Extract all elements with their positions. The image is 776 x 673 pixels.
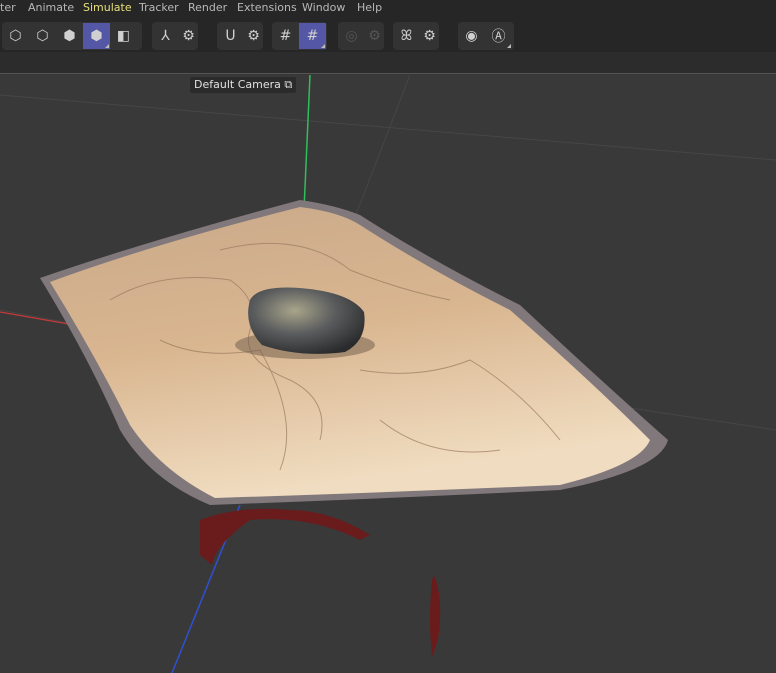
model-mode-icon[interactable]: ⬢ [83,23,110,49]
menu-item-extensions[interactable]: Extensions [237,1,297,14]
toolbar: ⬡ ⬡ ⬢ ⬢ ◧ ⅄ ⚙ U ⚙ # # ◎ ⚙ ꕤ ⚙ ◉ Ⓐ [0,17,776,52]
mirror-group: ꕤ ⚙ [393,22,439,50]
locked-workplane-icon[interactable]: # [299,23,326,49]
3d-viewport[interactable] [0,75,776,673]
view-icon[interactable]: ◉ [458,23,485,49]
symmetry-settings-icon[interactable]: ⚙ [365,23,384,49]
menu-bar: ter Animate Simulate Tracker Render Exte… [0,0,776,17]
snap-magnet-icon[interactable]: U [217,23,244,49]
axis-group: ⅄ ⚙ [152,22,198,50]
snap-settings-icon[interactable]: ⚙ [244,23,263,49]
menu-item-animate[interactable]: Animate [28,1,74,14]
points-mode-icon[interactable]: ⬡ [2,23,29,49]
menu-item-render[interactable]: Render [188,1,227,14]
mode-group: ⬡ ⬡ ⬢ ⬢ ◧ [2,22,142,50]
menu-item-help[interactable]: Help [357,1,382,14]
menu-item-window[interactable]: Window [302,1,345,14]
camera-label[interactable]: Default Camera ⧉ [190,77,297,93]
grid-workplane-icon[interactable]: # [272,23,299,49]
snap-group: U ⚙ [217,22,263,50]
red-ribbon-2 [430,575,441,657]
texture-mode-icon[interactable]: ◧ [110,23,137,49]
mirror-icon[interactable]: ꕤ [393,23,420,49]
axis-icon[interactable]: ⅄ [152,23,179,49]
menu-item-simulate[interactable]: Simulate [83,1,132,14]
viewport-header [0,52,776,74]
view-group: ◉ Ⓐ [458,22,514,50]
auto-key-icon[interactable]: Ⓐ [485,23,512,49]
menu-item-tracker[interactable]: Tracker [139,1,179,14]
camera-switch-icon[interactable]: ⧉ [284,78,292,91]
edges-mode-icon[interactable]: ⬡ [29,23,56,49]
symmetry-icon[interactable]: ◎ [338,23,365,49]
mirror-settings-icon[interactable]: ⚙ [420,23,439,49]
axis-settings-icon[interactable]: ⚙ [179,23,198,49]
polygons-mode-icon[interactable]: ⬢ [56,23,83,49]
scene [0,75,776,673]
camera-name: Default Camera [194,78,281,91]
red-ribbon [200,508,370,565]
symmetry-group: ◎ ⚙ [338,22,384,50]
workplane-group: # # [272,22,327,50]
menu-item-character[interactable]: ter [0,1,16,14]
